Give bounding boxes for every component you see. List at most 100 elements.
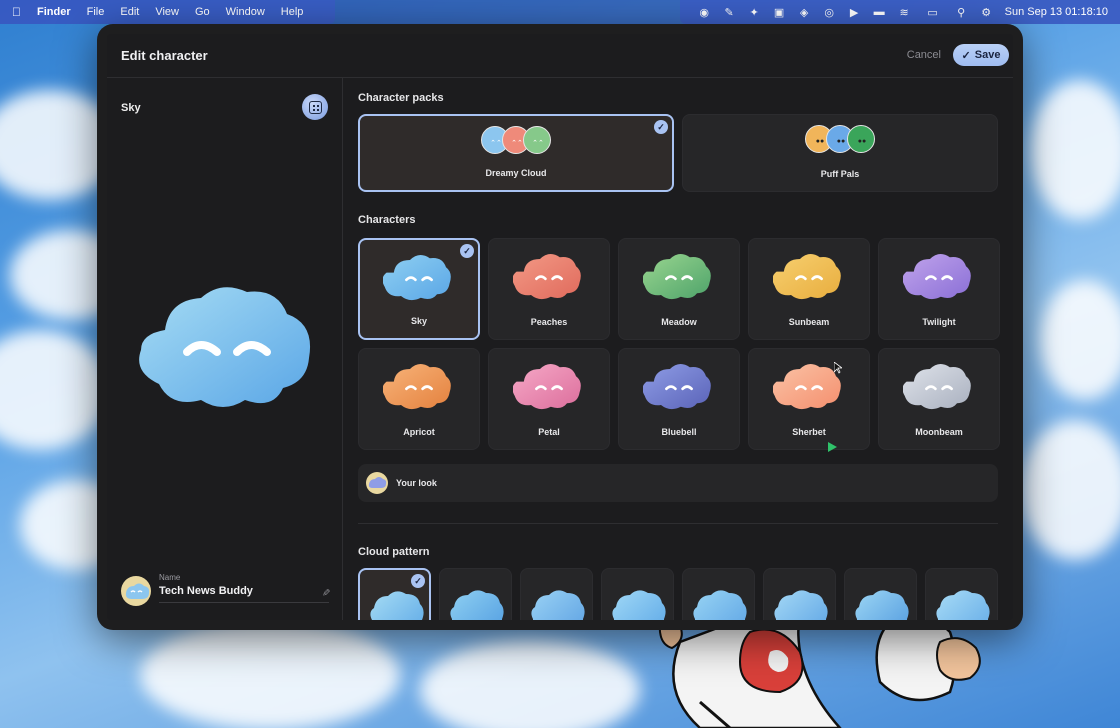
character-cloud-icon [643, 254, 711, 300]
options-pane: Character packs ✓ ⌃⌃ ⌃⌃ ⌃⌃ Dreamy Cloud … [344, 78, 1013, 620]
dialog-title: Edit character [121, 48, 208, 63]
checkmark-icon: ✓ [961, 49, 971, 62]
cloud-pattern-icon [693, 590, 747, 620]
character-card-sherbet[interactable]: Sherbet [748, 348, 870, 450]
selected-check-icon: ✓ [654, 120, 668, 134]
bed-icon[interactable]: ▬ [873, 6, 886, 19]
save-label: Save [974, 49, 1001, 61]
menu-window[interactable]: Window [226, 6, 265, 18]
cloud-pattern-option[interactable] [601, 568, 674, 620]
section-title-cloud-pattern: Cloud pattern [358, 546, 430, 558]
record-icon[interactable]: ◉ [698, 6, 711, 19]
apple-icon[interactable]:  [12, 5, 21, 19]
randomize-button[interactable] [302, 94, 328, 120]
character-card-meadow[interactable]: Meadow [618, 238, 740, 340]
your-look-row[interactable]: Your look [358, 464, 998, 502]
pack-avatar: ●● [847, 125, 875, 153]
character-label: Petal [538, 427, 560, 437]
menubar-clock[interactable]: Sun Sep 13 01:18:10 [1005, 6, 1108, 18]
name-field-underline [159, 602, 329, 603]
character-cloud-icon [513, 364, 581, 410]
character-cloud-icon [773, 254, 841, 300]
cloud-pattern-option[interactable] [763, 568, 836, 620]
avatar [366, 472, 388, 494]
name-field-label: Name [159, 573, 181, 582]
mouse-cursor-icon [834, 362, 842, 374]
cloud-pattern-option[interactable] [844, 568, 917, 620]
cancel-button[interactable]: Cancel [907, 49, 941, 61]
cloud-pattern-icon [531, 590, 585, 620]
menu-edit[interactable]: Edit [120, 6, 139, 18]
battery-icon[interactable]: ▭ [923, 6, 943, 19]
character-cloud-icon [643, 364, 711, 410]
pack-card-dreamy-cloud[interactable]: ✓ ⌃⌃ ⌃⌃ ⌃⌃ Dreamy Cloud [358, 114, 674, 192]
dialog-header: Edit character Cancel ✓ Save [107, 34, 1013, 78]
your-look-label: Your look [396, 478, 437, 488]
pen-icon[interactable]: ✎ [723, 6, 736, 19]
menu-go[interactable]: Go [195, 6, 210, 18]
name-field-input[interactable]: Tech News Buddy [159, 585, 253, 597]
character-cloud-icon [903, 364, 971, 410]
pack-avatars: ⌃⌃ ⌃⌃ ⌃⌃ [481, 126, 551, 154]
menu-file[interactable]: File [87, 6, 105, 18]
character-label: Twilight [922, 317, 956, 327]
cloud-pattern-icon [936, 590, 990, 620]
play-circle-icon[interactable]: ▶ [848, 6, 861, 19]
edit-pencil-icon[interactable]: ✎ [319, 588, 330, 596]
preview-pane: Sky Name Tech News Buddy ✎ [107, 78, 343, 620]
shield-icon[interactable]: ◈ [798, 6, 811, 19]
cloud-pattern-icon [370, 591, 424, 620]
character-cloud-icon [383, 255, 451, 301]
play-icon [828, 442, 837, 452]
character-label: Peaches [530, 317, 568, 327]
avatar [121, 576, 151, 606]
menu-view[interactable]: View [155, 6, 179, 18]
character-card-sky[interactable]: ✓ Sky [358, 238, 480, 340]
pack-avatars: ●● ●● ●● [805, 125, 875, 153]
selected-check-icon: ✓ [460, 244, 474, 258]
cloud-pattern-icon [450, 590, 504, 620]
pack-card-puff-pals[interactable]: ●● ●● ●● Puff Pals [682, 114, 998, 192]
selected-check-icon: ✓ [411, 574, 425, 588]
menu-app-finder[interactable]: Finder [37, 6, 71, 18]
character-card-apricot[interactable]: Apricot [358, 348, 480, 450]
character-card-moonbeam[interactable]: Moonbeam [878, 348, 1000, 450]
cloud-pattern-option[interactable] [520, 568, 593, 620]
sparkle-icon[interactable]: ✦ [748, 6, 761, 19]
pack-label: Puff Pals [820, 169, 860, 179]
cloud-pattern-icon [612, 590, 666, 620]
character-card-peaches[interactable]: Peaches [488, 238, 610, 340]
cloud-pattern-option[interactable]: ✓ [358, 568, 431, 620]
menu-bar:  Finder File Edit View Go Window Help ◉… [0, 0, 1120, 24]
cloud-pattern-option[interactable] [682, 568, 755, 620]
pack-avatar: ⌃⌃ [523, 126, 551, 154]
control-center-icon[interactable]: ⚙ [980, 6, 993, 19]
dice-icon [308, 100, 322, 114]
character-card-sunbeam[interactable]: Sunbeam [748, 238, 870, 340]
character-card-bluebell[interactable]: Bluebell [618, 348, 740, 450]
cloud-pattern-option[interactable] [439, 568, 512, 620]
character-card-petal[interactable]: Petal [488, 348, 610, 450]
character-label: Moonbeam [915, 427, 963, 437]
character-label: Meadow [661, 317, 697, 327]
character-label: Sunbeam [788, 317, 830, 327]
character-cloud-icon [903, 254, 971, 300]
search-icon[interactable]: ⚲ [955, 6, 968, 19]
character-label: Apricot [403, 427, 435, 437]
cloud-pattern-icon [855, 590, 909, 620]
section-title-characters: Characters [358, 214, 416, 226]
wifi-icon[interactable]: ≋ [898, 6, 911, 19]
cloud-pattern-icon [774, 590, 828, 620]
character-cloud-icon [513, 254, 581, 300]
character-label: Sky [410, 316, 427, 326]
menu-help[interactable]: Help [281, 6, 304, 18]
target-icon[interactable]: ◎ [823, 6, 836, 19]
cloud-pattern-option[interactable] [925, 568, 998, 620]
section-title-packs: Character packs [358, 92, 444, 104]
character-card-twilight[interactable]: Twilight [878, 238, 1000, 340]
box-icon[interactable]: ▣ [773, 6, 786, 19]
save-button[interactable]: ✓ Save [953, 44, 1009, 66]
character-label: Bluebell [661, 427, 697, 437]
character-preview-cloud [139, 287, 311, 407]
name-field-group: Name Tech News Buddy ✎ [121, 573, 330, 607]
